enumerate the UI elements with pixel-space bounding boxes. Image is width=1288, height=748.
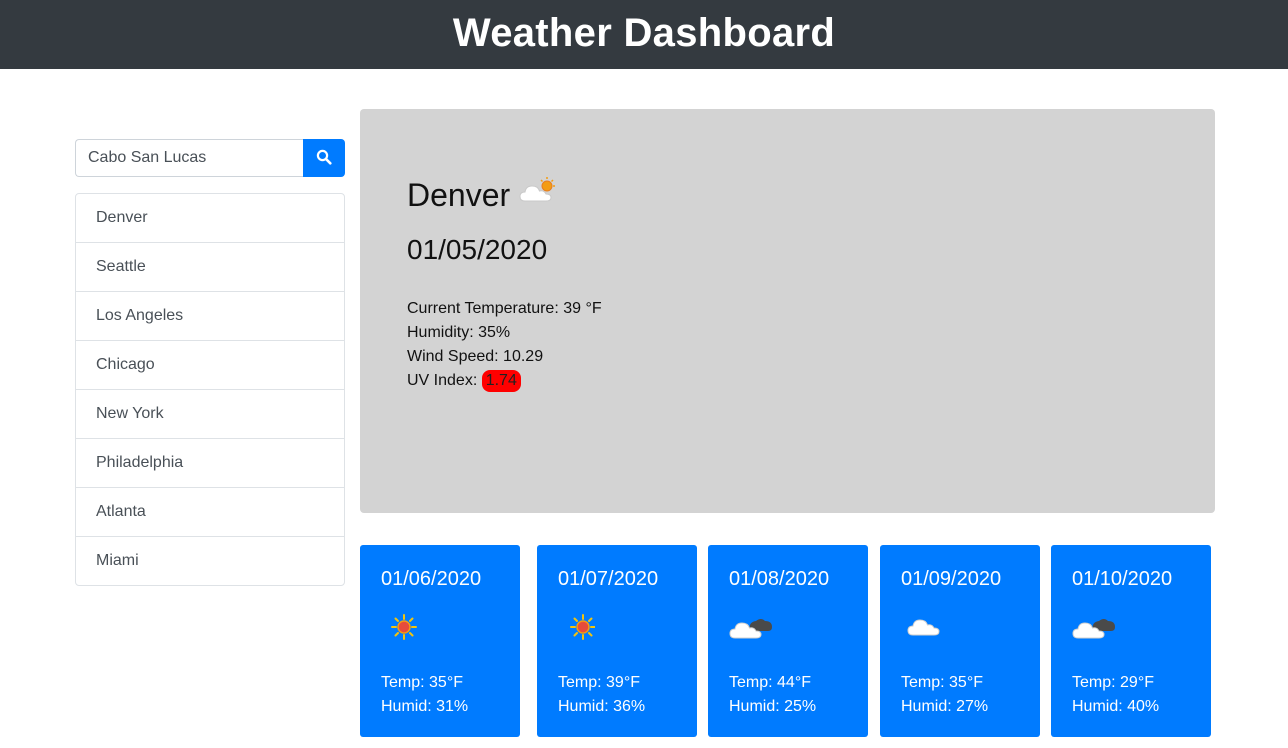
forecast-humidity: Humid: 40% [1072, 698, 1160, 715]
city-history-list: Denver Seattle Los Angeles Chicago New Y… [75, 193, 345, 586]
search-input[interactable] [75, 139, 303, 177]
forecast-date: 01/08/2020 [729, 568, 830, 590]
uv-index-label: UV Index: [407, 372, 482, 389]
forecast-card: 01/09/2020 Temp: 35°F Humid: 27% [880, 545, 1040, 737]
forecast-temp: Temp: 29°F [1072, 674, 1154, 691]
app-header: Weather Dashboard [0, 0, 1288, 69]
forecast-temp: Temp: 44°F [729, 674, 811, 691]
sun-icon [555, 609, 596, 650]
city-item-miami[interactable]: Miami [76, 537, 344, 585]
current-temperature: Current Temperature: 39 °F [407, 300, 602, 317]
forecast-humidity: Humid: 27% [901, 698, 989, 715]
forecast-date: 01/07/2020 [558, 568, 659, 590]
forecast-date: 01/09/2020 [901, 568, 1002, 590]
page-title: Weather Dashboard [452, 11, 836, 55]
current-city-name: Denver [407, 177, 511, 213]
uv-index-badge: 1.74 [481, 370, 521, 392]
city-item-atlanta[interactable]: Atlanta [76, 488, 344, 537]
city-item-new-york[interactable]: New York [76, 390, 344, 439]
city-item-seattle[interactable]: Seattle [76, 243, 344, 292]
forecast-card: 01/10/2020 Temp: 29°F Humid: 40% [1051, 545, 1211, 737]
forecast-card: 01/08/2020 Temp: 44°F Humid: 25% [708, 545, 868, 737]
current-weather-panel: Denver 01/05/2020 Current Temperature: 3… [360, 109, 1215, 513]
sun-icon [378, 609, 418, 650]
current-date: 01/05/2020 [407, 234, 548, 265]
current-humidity: Humidity: 35% [407, 324, 511, 341]
forecast-temp: Temp: 39°F [558, 674, 640, 691]
city-item-los-angeles[interactable]: Los Angeles [76, 292, 344, 341]
search-button[interactable] [303, 139, 345, 177]
broken-clouds-icon [726, 609, 774, 650]
broken-clouds-icon [1069, 609, 1117, 650]
current-city-heading: Denver [407, 175, 558, 215]
current-uv-index: UV Index: 1.74 [407, 369, 602, 393]
current-wind-speed: Wind Speed: 10.29 [407, 348, 544, 365]
forecast-humidity: Humid: 25% [729, 698, 817, 715]
current-stats: Current Temperature: 39 °F Humidity: 35%… [407, 297, 602, 393]
city-item-philadelphia[interactable]: Philadelphia [76, 439, 344, 488]
forecast-humidity: Humid: 31% [381, 698, 469, 715]
partly-cloudy-icon [510, 175, 558, 215]
forecast-humidity: Humid: 36% [558, 698, 646, 715]
cloud-icon [898, 609, 946, 650]
forecast-temp: Temp: 35°F [901, 674, 983, 691]
city-item-denver[interactable]: Denver [76, 194, 344, 243]
forecast-temp: Temp: 35°F [381, 674, 463, 691]
search-icon [316, 149, 332, 168]
forecast-card: 01/07/2020 Temp: 39°F Humid: 36% [537, 545, 697, 737]
forecast-date: 01/10/2020 [1072, 568, 1173, 590]
search-bar [75, 139, 345, 177]
forecast-date: 01/06/2020 [381, 568, 482, 590]
forecast-card: 01/06/2020 Temp: 35°F Humid: 31% [360, 545, 520, 737]
city-item-chicago[interactable]: Chicago [76, 341, 344, 390]
